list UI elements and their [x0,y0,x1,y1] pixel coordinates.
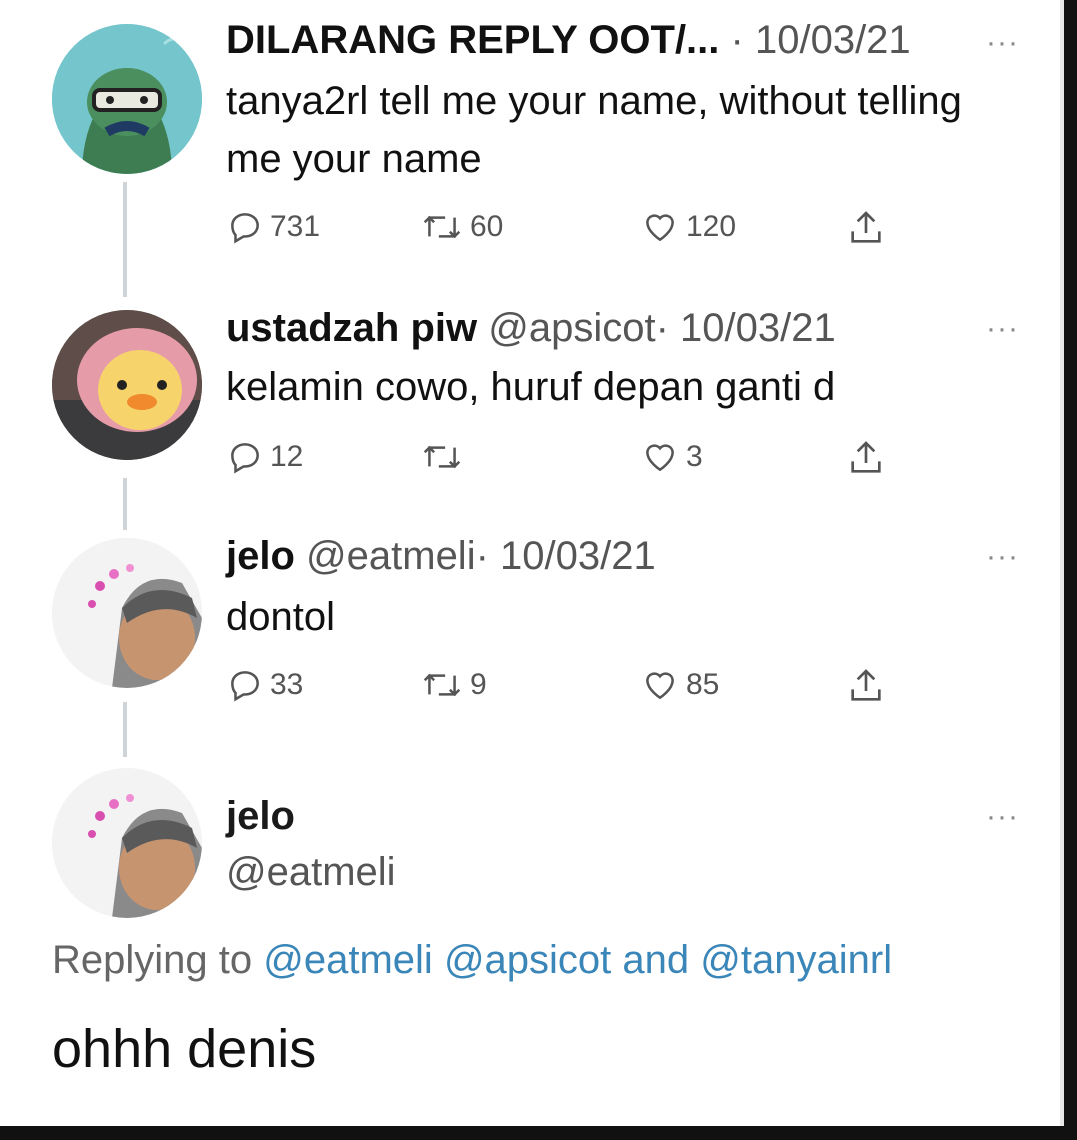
share-button[interactable] [846,666,886,706]
like-count: 120 [686,210,737,243]
reply-icon [231,213,259,244]
retweet-count: 9 [470,668,487,701]
more-icon[interactable]: ··· [986,26,1019,60]
display-name[interactable]: DILARANG REPLY OOT/... [226,18,719,62]
tweet-actions: 33 9 85 [226,666,906,712]
tweet-header: ustadzah piw @apsicot· 10/03/21 [226,306,836,351]
reply-icon [231,443,259,474]
user-handle[interactable]: @eatmeli [226,850,396,895]
share-button[interactable] [846,438,886,478]
thread-line [123,182,127,297]
retweet-icon [423,673,461,697]
like-count: 85 [686,668,720,701]
replying-and[interactable]: and [622,938,689,982]
duck-avatar-icon [52,310,202,460]
share-icon [851,669,881,701]
tweet-date[interactable]: · 10/03/21 [656,306,836,350]
border-strip [1064,0,1077,1140]
reply-icon [231,671,259,702]
user-handle[interactable]: @eatmeli [306,534,476,578]
like-icon [646,214,674,242]
retweet-button[interactable]: 60 [420,208,503,246]
share-icon [851,441,881,473]
tweet-actions: 731 60 120 [226,208,906,254]
reply-button[interactable]: 731 [226,208,320,246]
tweet-text: dontol [226,595,335,639]
profile-photo-icon [52,768,202,918]
thread-line [123,478,127,530]
like-icon [646,444,674,472]
border-strip [0,1126,1077,1140]
tweet-date[interactable]: · 10/03/21 [731,18,911,62]
tweet-date[interactable]: · 10/03/21 [476,534,656,578]
replying-to: Replying to @eatmeli @apsicot and @tanya… [52,938,892,983]
more-icon[interactable]: ··· [986,800,1019,834]
reply-count: 12 [270,440,304,473]
display-name[interactable]: jelo [226,794,295,839]
share-icon [851,211,881,243]
retweet-button[interactable]: 9 [420,666,487,704]
tweet-header: DILARANG REPLY OOT/... · 10/03/21 [226,18,911,63]
tweet-actions: 12 3 [226,438,906,484]
like-button[interactable]: 120 [640,208,736,246]
squidward-avatar-icon [52,24,202,174]
more-icon[interactable]: ··· [986,312,1019,346]
retweet-count: 60 [470,210,504,243]
retweet-button[interactable] [420,438,470,476]
tweet-text: tanya2rl tell me your name, without tell… [226,79,962,181]
mention-link[interactable]: @eatmeli [263,938,433,982]
like-button[interactable]: 3 [640,438,703,476]
profile-photo-icon [52,538,202,688]
mention-link[interactable]: @tanyainrl [700,938,892,982]
display-name[interactable]: jelo [226,534,295,578]
like-count: 3 [686,440,703,473]
reply-count: 33 [270,668,304,701]
thread-line [123,702,127,757]
mention-link[interactable]: @apsicot [444,938,611,982]
reply-button[interactable]: 33 [226,666,303,704]
avatar[interactable] [52,24,202,174]
share-button[interactable] [846,208,886,248]
retweet-icon [423,445,461,469]
display-name[interactable]: ustadzah piw [226,306,477,350]
tweet-header: jelo @eatmeli· 10/03/21 [226,534,656,579]
tweet-text: ohhh denis [52,1019,317,1079]
user-handle[interactable]: @apsicot [488,306,655,350]
avatar[interactable] [52,538,202,688]
like-icon [646,672,674,700]
retweet-icon [423,215,461,239]
reply-count: 731 [270,210,321,243]
avatar[interactable] [52,768,202,918]
more-icon[interactable]: ··· [986,540,1019,574]
like-button[interactable]: 85 [640,666,719,704]
replying-prefix: Replying to [52,938,253,982]
tweet-text: kelamin cowo, huruf depan ganti d [226,365,836,409]
reply-button[interactable]: 12 [226,438,303,476]
avatar[interactable] [52,310,202,460]
